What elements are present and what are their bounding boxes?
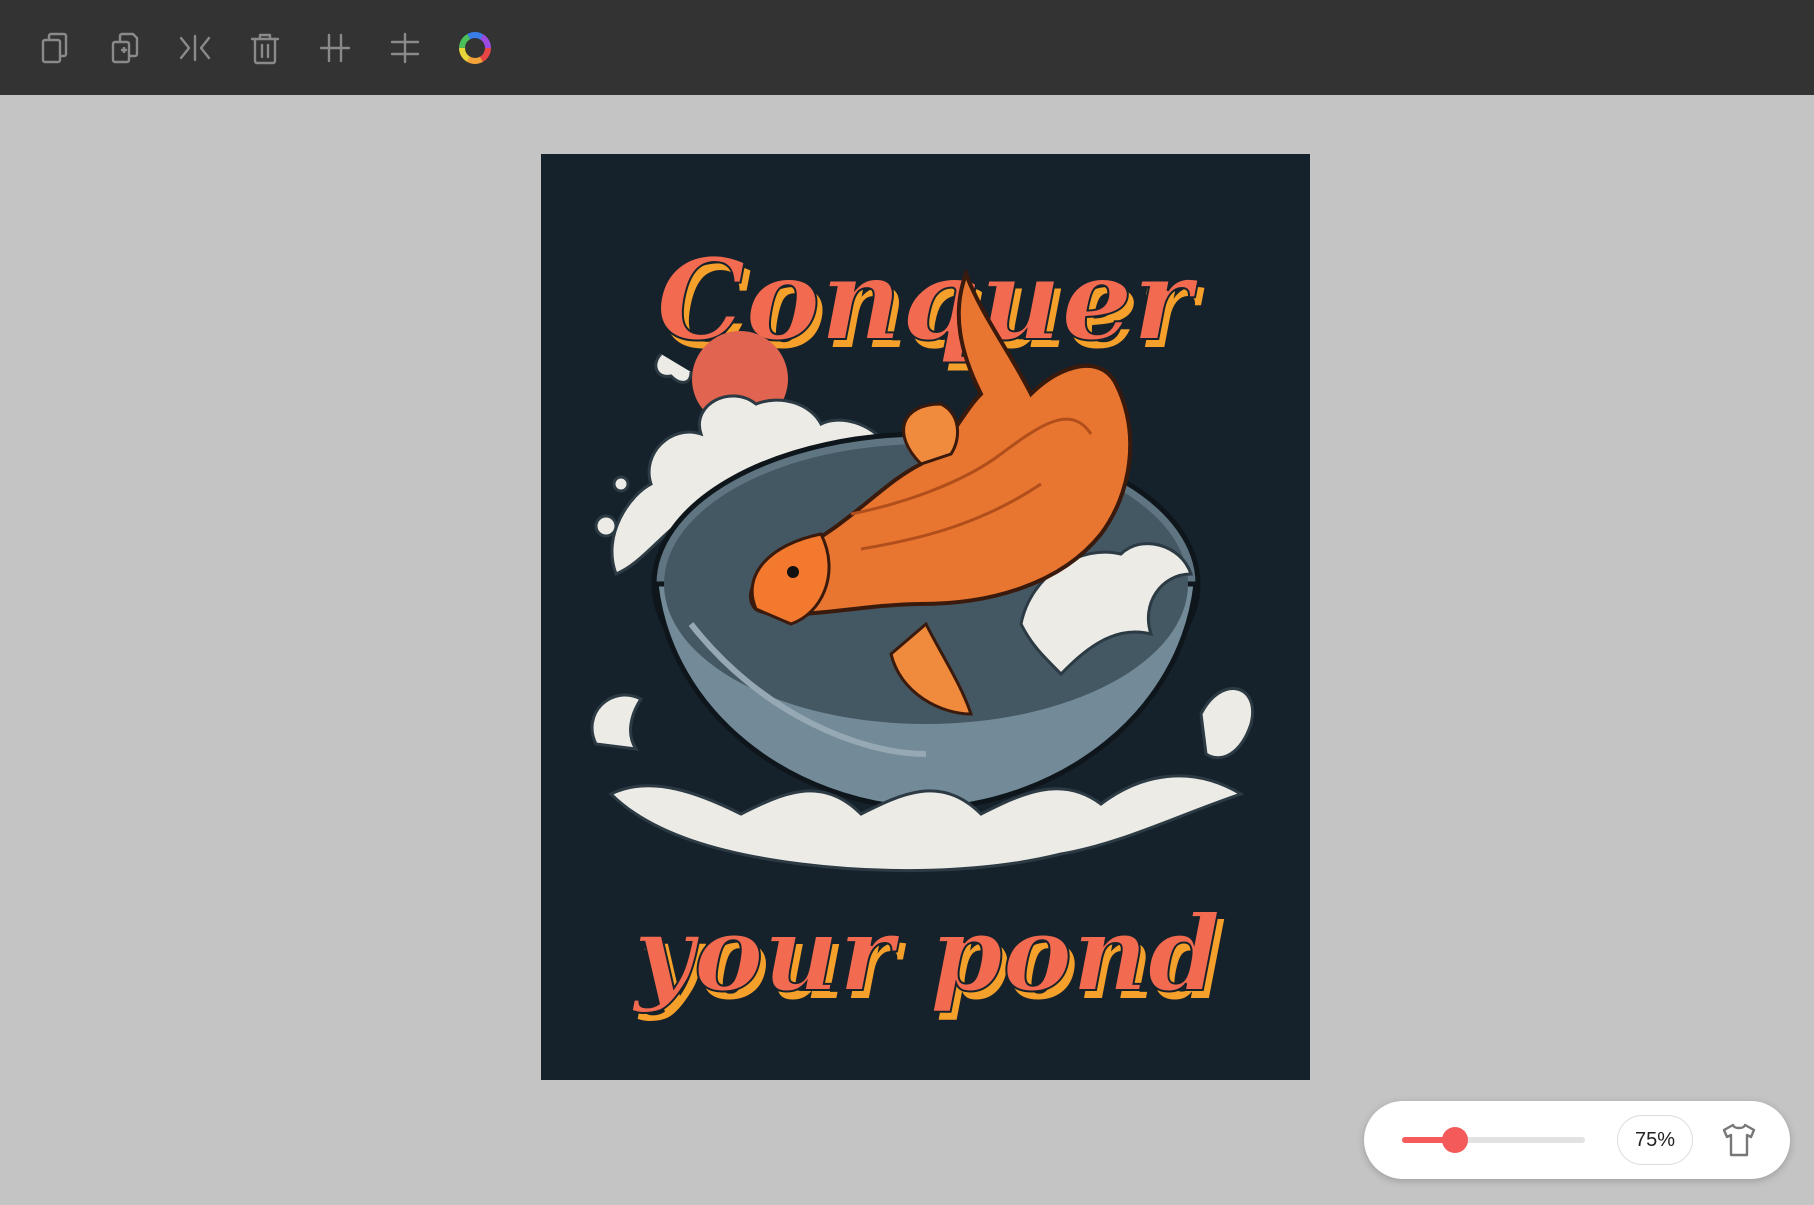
trash-icon[interactable] xyxy=(246,25,284,71)
zoom-slider-thumb[interactable] xyxy=(1442,1127,1469,1153)
design-artboard[interactable]: Conquer Conquer your pond your pond xyxy=(541,154,1310,1080)
duplicate-icon[interactable] xyxy=(36,25,74,71)
align-center-vertical-icon[interactable] xyxy=(316,25,354,71)
top-toolbar xyxy=(0,0,1814,95)
zoom-panel: 75% xyxy=(1364,1101,1790,1179)
copy-layer-icon[interactable] xyxy=(106,25,144,71)
tshirt-icon[interactable] xyxy=(1719,1120,1759,1160)
zoom-level-value[interactable]: 75% xyxy=(1617,1115,1693,1165)
zoom-slider[interactable] xyxy=(1402,1125,1585,1155)
align-center-horizontal-icon[interactable] xyxy=(386,25,424,71)
color-wheel-icon[interactable] xyxy=(456,25,494,71)
subtitle-text: your pond xyxy=(632,892,1221,1015)
flip-horizontal-icon[interactable] xyxy=(176,25,214,71)
